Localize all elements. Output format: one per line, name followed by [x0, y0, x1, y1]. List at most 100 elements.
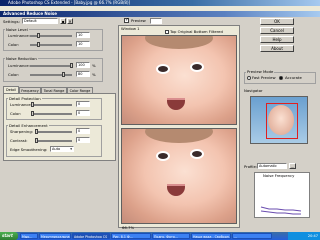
sharpening-thumb[interactable] [35, 129, 38, 134]
navigator-view-box[interactable] [266, 103, 298, 139]
noise-level-color-value: 10 [78, 42, 83, 46]
taskbar-item[interactable]: Мыр... [20, 233, 38, 239]
ok-button[interactable]: OK [260, 18, 294, 25]
sharpening-slider[interactable] [36, 131, 72, 133]
noise-reduction-luminance-slider[interactable] [30, 65, 72, 67]
taskbar-item[interactable]: ... [232, 233, 272, 239]
system-tray: 20:47 [288, 232, 320, 240]
start-button[interactable]: start [0, 232, 18, 240]
noise-reduction-luminance-input[interactable]: 100 [76, 62, 90, 68]
sharpening-input[interactable]: 0 [76, 128, 90, 134]
noise-reduction-luminance-unit: % [92, 63, 96, 68]
detail-protection-color-thumb[interactable] [31, 111, 34, 116]
navigator-title: Navigator [244, 88, 263, 93]
preview-window-label: Window 1 [121, 26, 140, 31]
filtered-photo[interactable] [121, 128, 237, 224]
help-button[interactable]: Help [260, 36, 294, 43]
right-eye [190, 62, 204, 72]
right-eye [190, 149, 204, 159]
noise-reduction-color-unit: % [92, 72, 96, 77]
contrast-thumb[interactable] [35, 138, 38, 143]
taskbar-item[interactable]: Мерунниксальная-Ph... [39, 233, 71, 239]
save-settings-icon[interactable]: ▪ [60, 18, 66, 24]
detail-protection-luminance-value: 0 [78, 102, 81, 106]
edge-smoothening-label: Edge Smoothening: [10, 147, 48, 152]
preview-checkbox[interactable]: ✓ [124, 17, 130, 23]
contrast-value: 0 [78, 138, 81, 142]
fast-preview-radio[interactable] [247, 76, 251, 80]
taskbar-item[interactable]: Наши вида - Свободн... [191, 233, 231, 239]
detail-protection-luminance-input[interactable]: 0 [76, 101, 90, 107]
preview-mode-title: Preview Mode [246, 69, 275, 74]
dialog-title: Advanced Reduce Noise [3, 11, 57, 16]
contrast-slider[interactable] [36, 140, 72, 142]
noise-reduction-luminance-label: Luminance: [8, 63, 31, 68]
check-icon: ✓ [125, 17, 130, 23]
tab-detail[interactable]: Detail [3, 86, 19, 93]
settings-value: Default [24, 19, 37, 23]
noise-level-luminance-value: 10 [78, 33, 83, 37]
taskbar-item[interactable]: Подгр. Фото... [152, 233, 190, 239]
accurate-radio[interactable] [279, 76, 283, 80]
profile-options-button[interactable]: … [289, 163, 296, 169]
left-eye [156, 151, 170, 161]
noise-level-color-input[interactable]: 10 [76, 41, 90, 47]
noise-reduction-luminance-thumb[interactable] [70, 63, 73, 68]
sharpening-label: Sharpening: [10, 129, 34, 134]
detail-protection-color-input[interactable]: 0 [76, 110, 90, 116]
profile-dropdown[interactable]: Automatic [257, 163, 287, 169]
noise-level-luminance-label: Luminance: [8, 33, 31, 38]
noise-reduction-title: Noise Reduction [5, 56, 38, 61]
detail-protection-title: Detail Protection [8, 96, 42, 101]
navigator-thumbnail[interactable] [250, 96, 308, 144]
zoom-readout: 66.7% [122, 225, 135, 230]
left-eye [156, 64, 170, 74]
sharpening-value: 0 [78, 129, 81, 133]
clock: 20:47 [307, 234, 318, 238]
app-title: Adobe Photoshop CS Extended - [Baby.jpg … [8, 0, 131, 5]
noise-reduction-color-label: Color: [8, 72, 20, 77]
frequency-curve [260, 206, 302, 215]
settings-dropdown[interactable]: Default [22, 18, 58, 24]
contrast-label: Contrast: [10, 138, 28, 143]
dialog-title-bar: Advanced Reduce Noise [0, 11, 320, 17]
baby-face [122, 36, 236, 124]
fast-preview-label: Fast Preview [252, 75, 276, 80]
noise-level-luminance-input[interactable]: 10 [76, 32, 90, 38]
detail-enhancement-title: Detail Enhancement [8, 123, 49, 128]
profile-label: Profile: [244, 164, 258, 169]
taskbar-item[interactable]: Рис. 8.1 Ф... [111, 233, 151, 239]
noise-frequency-graph: Noise Frequency [254, 172, 310, 218]
about-button[interactable]: About [260, 45, 294, 52]
chevron-down-icon: ▾ [70, 147, 72, 151]
baby-face [122, 129, 236, 223]
detail-protection-luminance-slider[interactable] [32, 104, 72, 106]
detail-protection-color-value: 0 [78, 111, 81, 115]
contrast-input[interactable]: 0 [76, 137, 90, 143]
taskbar-item[interactable]: Adobe Photoshop CS [72, 233, 110, 239]
detail-protection-luminance-label: Luminance: [10, 102, 33, 107]
settings-label: Settings: [3, 19, 20, 24]
profile-value: Automatic [259, 164, 277, 168]
preview-option-dropdown[interactable] [150, 18, 162, 24]
noise-reduction-color-thumb[interactable] [62, 72, 65, 77]
cancel-button[interactable]: Cancel [260, 27, 294, 34]
split-view-icon[interactable] [165, 30, 169, 34]
delete-settings-icon[interactable]: ✕ [67, 18, 73, 24]
noise-reduction-color-input[interactable]: 80 [76, 71, 90, 77]
noise-reduction-color-value: 80 [78, 72, 83, 76]
noise-reduction-color-slider[interactable] [30, 74, 72, 76]
detail-protection-color-slider[interactable] [32, 113, 72, 115]
edge-smoothening-dropdown[interactable]: Auto ▾ [50, 146, 74, 152]
noise-level-color-label: Color: [8, 42, 20, 47]
noise-level-title: Noise Level [5, 27, 29, 32]
accurate-label: Accurate [285, 75, 302, 80]
preview-label: Preview [131, 18, 146, 23]
detail-protection-color-label: Color: [10, 111, 22, 116]
noise-reduction-luminance-value: 100 [78, 63, 85, 67]
noise-level-luminance-thumb[interactable] [37, 33, 40, 38]
original-photo[interactable] [121, 35, 237, 125]
preview-split-label: Top Original Bottom Filtered [170, 29, 223, 34]
detail-protection-luminance-thumb[interactable] [31, 102, 34, 107]
noise-level-color-thumb[interactable] [37, 42, 40, 47]
